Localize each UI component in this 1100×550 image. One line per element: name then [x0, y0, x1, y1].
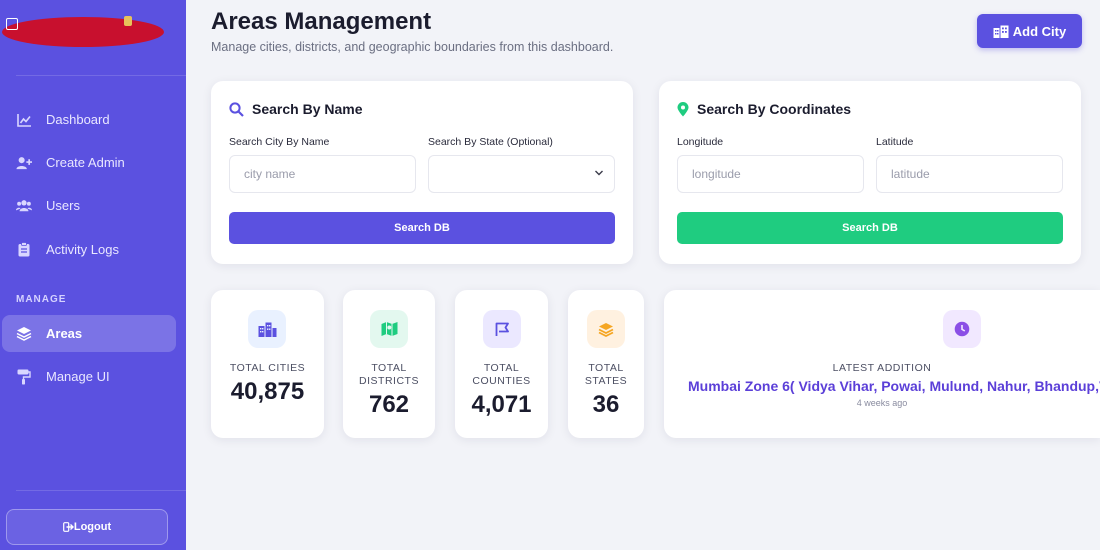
map-pin-icon	[677, 101, 689, 116]
clipboard-icon	[16, 242, 32, 258]
stat-card-districts: TOTAL DISTRICTS 762	[343, 290, 435, 438]
city-name-input[interactable]: city name	[229, 155, 416, 193]
layers-icon	[587, 310, 625, 348]
flag-icon	[483, 310, 521, 348]
sidebar-item-create-admin[interactable]: Create Admin	[0, 144, 174, 181]
sidebar-item-label: Manage UI	[46, 369, 110, 384]
sidebar-item-areas[interactable]: Areas	[2, 315, 176, 352]
sidebar-item-label: Dashboard	[46, 112, 110, 127]
add-city-button[interactable]: Add City	[977, 14, 1082, 48]
search-icon	[229, 101, 244, 117]
page-title: Areas Management	[211, 8, 432, 35]
chart-line-icon	[16, 112, 32, 128]
stat-label: LATEST ADDITION	[832, 362, 932, 374]
stat-value: 40,875	[230, 378, 305, 405]
logo-redaction	[2, 17, 164, 47]
card-title: Search By Coordinates	[677, 101, 851, 117]
stat-label: TOTAL DISTRICTS	[359, 362, 419, 387]
clock-icon	[943, 310, 981, 348]
latitude-label: Latitude	[876, 136, 914, 148]
card-title: Search By Name	[229, 101, 363, 117]
user-plus-icon	[16, 155, 32, 171]
add-city-label: Add City	[1012, 23, 1067, 39]
stat-value: 36	[592, 391, 620, 418]
sidebar: Dashboard Create Admin Users Activity Lo…	[0, 0, 186, 550]
page-subtitle: Manage cities, districts, and geographic…	[211, 40, 614, 54]
state-select[interactable]	[428, 155, 615, 193]
latitude-input[interactable]: latitude	[876, 155, 1063, 193]
search-by-coordinates-button[interactable]: Search DB	[677, 212, 1063, 244]
sidebar-item-users[interactable]: Users	[0, 187, 174, 224]
logo-mark-icon	[6, 18, 18, 30]
sidebar-item-label: Areas	[46, 326, 83, 341]
section-label-manage: MANAGE	[16, 294, 67, 305]
logo-badge-icon	[124, 16, 132, 26]
stat-card-counties: TOTAL COUNTIES 4,071	[455, 290, 548, 438]
stat-label: TOTAL COUNTIES	[472, 362, 531, 387]
logo[interactable]	[0, 14, 166, 50]
sidebar-divider	[16, 75, 186, 76]
search-by-coordinates-card: Search By Coordinates Longitude longitud…	[659, 81, 1081, 264]
sidebar-item-label: Users	[46, 198, 80, 213]
sidebar-item-activity-logs[interactable]: Activity Logs	[0, 231, 174, 268]
state-label: Search By State (Optional)	[428, 136, 553, 148]
sidebar-item-label: Activity Logs	[46, 242, 119, 257]
longitude-label: Longitude	[677, 136, 724, 148]
city-name-label: Search City By Name	[229, 136, 330, 148]
stat-card-latest-addition: LATEST ADDITION Mumbai Zone 6( Vidya Vih…	[664, 290, 1100, 438]
search-by-name-button[interactable]: Search DB	[229, 212, 615, 244]
map-icon	[370, 310, 408, 348]
logout-button[interactable]: Logout	[6, 509, 168, 545]
stat-label: TOTAL CITIES	[229, 362, 306, 374]
sidebar-divider	[16, 490, 186, 491]
city-icon	[993, 25, 1009, 38]
stat-label: TOTAL STATES	[584, 362, 628, 387]
latest-city-name[interactable]: Mumbai Zone 6( Vidya Vihar, Powai, Mulun…	[682, 378, 1100, 394]
stat-card-states: TOTAL STATES 36	[568, 290, 644, 438]
logout-label: Logout	[73, 521, 112, 533]
city-icon	[248, 310, 286, 348]
layers-icon	[16, 326, 32, 342]
chevron-down-icon	[595, 170, 603, 176]
sign-out-icon	[62, 522, 74, 532]
stat-value: 762	[368, 391, 410, 418]
paint-roller-icon	[16, 369, 32, 385]
users-icon	[16, 198, 32, 214]
sidebar-item-label: Create Admin	[46, 155, 125, 170]
longitude-input[interactable]: longitude	[677, 155, 864, 193]
sidebar-item-dashboard[interactable]: Dashboard	[0, 101, 174, 138]
search-by-name-card: Search By Name Search City By Name city …	[211, 81, 633, 264]
stat-card-cities: TOTAL CITIES 40,875	[211, 290, 324, 438]
stat-value: 4,071	[471, 391, 532, 418]
latest-timestamp: 4 weeks ago	[856, 398, 908, 408]
sidebar-item-manage-ui[interactable]: Manage UI	[0, 358, 174, 395]
